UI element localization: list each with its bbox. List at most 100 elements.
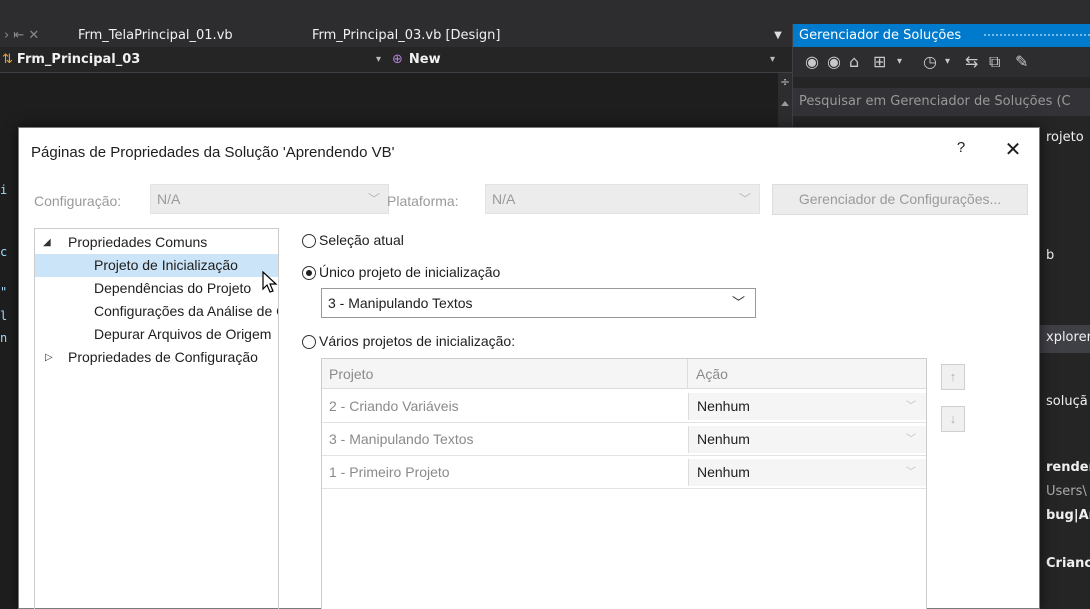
tree-item-configuration-properties[interactable]: ▷ Propriedades de Configuração xyxy=(35,346,278,369)
ide-title-strip xyxy=(0,0,1090,24)
panel-grip[interactable] xyxy=(983,33,1090,38)
configuration-select[interactable]: N/A ﹀ xyxy=(150,184,389,214)
tree-item-code-analysis[interactable]: Configurações da Análise de Código xyxy=(35,300,278,323)
move-down-button[interactable]: ↓ xyxy=(941,406,965,432)
properties-fragment: Users\ xyxy=(1046,484,1087,499)
chevron-down-icon: ﹀ xyxy=(906,434,916,445)
single-startup-value: 3 - Manipulando Textos xyxy=(328,295,473,311)
tree-item-common-properties[interactable]: ◢ Propriedades Comuns xyxy=(35,231,278,254)
tab-overflow-icon[interactable]: › ⇤ ✕ xyxy=(4,24,39,47)
tree-item-label: Propriedades de Configuração xyxy=(68,349,258,365)
current-selection-radio[interactable] xyxy=(302,234,316,248)
property-tree: ◢ Propriedades Comuns Projeto de Inicial… xyxy=(34,228,279,609)
switch-views-icon[interactable]: ⊞ xyxy=(873,51,886,73)
member-dropdown[interactable]: ⊕ New xyxy=(392,47,782,73)
close-button[interactable]: ✕ xyxy=(1001,136,1025,164)
home-icon[interactable]: ⌂ xyxy=(849,51,859,73)
project-name-cell: 3 - Manipulando Textos xyxy=(329,431,474,447)
grid-header: Projeto Ação xyxy=(322,359,926,389)
platform-label: Plataforma: xyxy=(387,193,459,209)
chevron-down-icon[interactable]: ▾ xyxy=(945,51,950,73)
tree-item-label: Depurar Arquivos de Origem xyxy=(94,326,272,342)
mouse-cursor-icon xyxy=(262,271,278,293)
project-name-cell: 2 - Criando Variáveis xyxy=(329,398,459,414)
split-icon[interactable]: ÷ xyxy=(780,75,790,89)
configuration-label: Configuração: xyxy=(34,193,122,209)
tree-item-label: Configurações da Análise de Código xyxy=(94,303,278,319)
column-separator[interactable] xyxy=(687,359,688,389)
tree-item-label: Propriedades Comuns xyxy=(68,234,208,250)
project-name-cell: 1 - Primeiro Projeto xyxy=(329,464,450,480)
class-dropdown[interactable]: ⇅ Frm_Principal_03 xyxy=(0,47,392,73)
method-icon: ⊕ xyxy=(392,52,403,67)
navigation-bar: ⇅ Frm_Principal_03 ▾ ⊕ New ▾ xyxy=(0,47,792,73)
collapsed-triangle-icon[interactable]: ▷ xyxy=(45,346,53,369)
chevron-down-icon[interactable]: ▾ xyxy=(897,51,902,73)
editor-scrollbar[interactable]: ÷ xyxy=(778,73,792,133)
gutter-mark: i xyxy=(0,183,8,197)
sync-icon[interactable]: ⇆ xyxy=(965,51,978,73)
configuration-value: N/A xyxy=(157,191,181,207)
table-row[interactable]: 2 - Criando Variáveis Nenhum ﹀ xyxy=(322,390,926,423)
tab-frm-telaprincipal[interactable]: Frm_TelaPrincipal_01.vb xyxy=(78,24,233,47)
tree-item-startup-project[interactable]: Projeto de Inicialização xyxy=(35,254,278,277)
gutter-mark: " xyxy=(0,285,8,299)
configuration-manager-button[interactable]: Gerenciador de Configurações... xyxy=(772,184,1028,215)
pending-changes-icon[interactable]: ◷ xyxy=(923,51,937,73)
multiple-startup-label[interactable]: Vários projetos de inicialização: xyxy=(319,333,515,349)
solution-tree-fragment: b xyxy=(1046,248,1055,263)
action-value: Nenhum xyxy=(697,464,750,480)
properties-wrench-icon[interactable]: ✎ xyxy=(1015,51,1028,73)
member-dropdown-value: New xyxy=(408,52,441,67)
solution-explorer-title-text: Gerenciador de Soluções xyxy=(799,28,962,43)
column-header-action[interactable]: Ação xyxy=(696,359,728,389)
chevron-down-icon: ﹀ xyxy=(738,192,751,206)
move-up-button[interactable]: ↑ xyxy=(941,364,965,390)
single-startup-radio[interactable] xyxy=(302,266,316,280)
chevron-down-icon: ﹀ xyxy=(906,467,916,478)
solution-explorer-toolbar: ◉ ◉ ⌂ ⊞ ▾ ◷ ▾ ⇆ ⧉ ✎ xyxy=(793,47,1090,77)
single-startup-select[interactable]: 3 - Manipulando Textos ﹀ xyxy=(321,288,756,318)
gutter-mark: l xyxy=(0,309,8,323)
back-icon[interactable]: ◉ xyxy=(805,51,819,73)
expanded-triangle-icon[interactable]: ◢ xyxy=(43,231,51,254)
tree-item-label: Dependências do Projeto xyxy=(94,280,252,296)
tab-frm-principal-design[interactable]: Frm_Principal_03.vb [Design] xyxy=(312,24,501,47)
single-startup-label[interactable]: Único projeto de inicialização xyxy=(319,264,500,280)
help-button[interactable]: ? xyxy=(949,136,973,160)
chevron-down-icon[interactable]: ▾ xyxy=(376,47,381,73)
solution-tree-fragment[interactable]: xplorer xyxy=(1046,330,1090,345)
chevron-down-icon: ﹀ xyxy=(367,192,380,206)
tree-item-debug-source-files[interactable]: Depurar Arquivos de Origem xyxy=(35,323,278,346)
action-select[interactable]: Nenhum ﹀ xyxy=(688,459,926,486)
column-header-project[interactable]: Projeto xyxy=(329,359,373,389)
dialog-title: Páginas de Propriedades da Solução 'Apre… xyxy=(31,144,395,161)
class-dropdown-value: Frm_Principal_03 xyxy=(16,52,141,67)
chevron-down-icon: ﹀ xyxy=(906,401,916,412)
current-selection-label[interactable]: Seleção atual xyxy=(319,232,404,248)
action-value: Nenhum xyxy=(697,431,750,447)
platform-select[interactable]: N/A ﹀ xyxy=(485,184,760,214)
solution-search-input[interactable]: Pesquisar em Gerenciador de Soluções (C xyxy=(793,88,1090,116)
properties-fragment: Crianc xyxy=(1046,556,1090,571)
forward-icon[interactable]: ◉ xyxy=(827,51,841,73)
startup-projects-grid: Projeto Ação 2 - Criando Variáveis Nenhu… xyxy=(321,358,927,609)
multiple-startup-radio[interactable] xyxy=(302,335,316,349)
gutter-mark: n xyxy=(0,331,8,345)
tree-item-label: Projeto de Inicialização xyxy=(94,257,238,273)
chevron-down-icon[interactable]: ▾ xyxy=(770,47,775,73)
scroll-up-icon[interactable] xyxy=(781,101,789,106)
table-row[interactable]: 1 - Primeiro Projeto Nenhum ﹀ xyxy=(322,456,926,489)
action-value: Nenhum xyxy=(697,398,750,414)
properties-fragment: soluçã xyxy=(1046,394,1088,409)
chevron-down-icon: ﹀ xyxy=(731,295,745,310)
document-tab-bar: › ⇤ ✕ Frm_TelaPrincipal_01.vb Frm_Princi… xyxy=(0,24,792,47)
properties-fragment: bug|Ar xyxy=(1046,508,1090,523)
collapse-all-icon[interactable]: ⧉ xyxy=(989,51,1000,73)
gutter-mark: c xyxy=(0,245,8,259)
action-select[interactable]: Nenhum ﹀ xyxy=(688,426,926,453)
tree-item-project-dependencies[interactable]: Dependências do Projeto xyxy=(35,277,278,300)
action-select[interactable]: Nenhum ﹀ xyxy=(688,393,926,420)
tab-dropdown-icon[interactable]: ▼ xyxy=(768,24,788,47)
table-row[interactable]: 3 - Manipulando Textos Nenhum ﹀ xyxy=(322,423,926,456)
